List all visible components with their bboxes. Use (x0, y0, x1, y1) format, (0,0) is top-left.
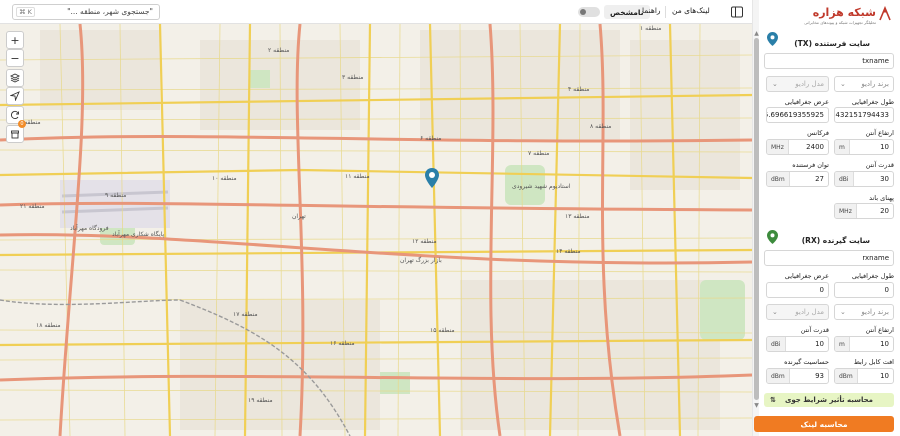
notification-badge: 0 (18, 120, 26, 128)
chevron-down-icon: ⌄ (772, 80, 778, 88)
weather-impact-button[interactable]: محاسبه تأثیر شرایط جوی ⇅ (764, 393, 894, 407)
guide-link[interactable]: راهنما (642, 6, 661, 15)
tx-freq-label: فرکانس (807, 129, 829, 137)
rx-gain-input[interactable]: 10 dBi (766, 336, 829, 352)
unit-label: dBm (767, 369, 790, 383)
archive-icon (11, 130, 19, 139)
layers-button[interactable] (6, 69, 24, 87)
theme-toggle[interactable] (578, 7, 600, 17)
navigation-icon (10, 91, 20, 101)
rx-lon-label: طول جغرافیایی (851, 272, 894, 280)
logo-icon (879, 6, 891, 21)
unit-label: dBm (835, 369, 858, 383)
zoom-out-button[interactable]: − (6, 49, 24, 67)
unit-label: m (835, 337, 850, 351)
unit-label: MHz (767, 140, 789, 154)
rx-loss-input[interactable]: 10 dBm (834, 368, 894, 384)
layers-icon (10, 73, 20, 83)
refresh-icon (10, 110, 19, 119)
unit-label: m (835, 140, 850, 154)
topbar-divider (665, 6, 666, 18)
unit-label: dBi (835, 172, 854, 186)
rx-gain-label: قدرت آنتن (800, 326, 829, 334)
tx-freq-input[interactable]: 2400 MHz (766, 139, 829, 155)
rx-height-label: ارتفاع آنتن (865, 326, 895, 334)
chevron-down-icon: ⌄ (772, 308, 778, 316)
tx-power-input[interactable]: 27 dBm (766, 171, 829, 187)
tx-brand-select[interactable]: برند رادیو ⌄ (834, 76, 894, 92)
tx-model-select[interactable]: مدل رادیو ⌄ (766, 76, 829, 92)
rx-name-input[interactable]: rxname (764, 250, 894, 266)
unit-label: dBi (767, 337, 786, 351)
panel-scrollbar[interactable]: ▲ ▼ (752, 0, 759, 436)
zoom-in-button[interactable]: + (6, 31, 24, 49)
tx-height-label: ارتفاع آنتن (865, 129, 895, 137)
map-topbar: ⌘ K "جستجوی شهر، منطقه ..." نامشخص راهنم… (0, 0, 752, 24)
keyboard-shortcut-hint: ⌘ K (16, 7, 35, 17)
tx-height-input[interactable]: 10 m (834, 139, 894, 155)
chevron-down-icon: ⌄ (840, 80, 846, 88)
city-search-text: "جستجوی شهر، منطقه ..." (67, 7, 153, 16)
rx-brand-select[interactable]: برند رادیو ⌄ (834, 304, 894, 320)
rx-lat-input[interactable]: 0 (766, 282, 829, 298)
tx-lat-label: عرض جغرافیایی (784, 98, 829, 106)
rx-sens-label: حساسیت گیرنده (784, 358, 829, 366)
chevron-updown-icon: ⇅ (770, 396, 776, 404)
tx-pin-icon (767, 32, 778, 46)
tx-bw-label: پهنای باند (869, 194, 894, 202)
map-canvas (0, 0, 752, 436)
unit-label: dBm (767, 172, 790, 186)
toggle-panel-icon[interactable] (730, 5, 744, 19)
rx-sens-input[interactable]: 93 dBm (766, 368, 829, 384)
chevron-down-icon: ⌄ (840, 308, 846, 316)
my-links-link[interactable]: لینک‌های من (672, 6, 710, 15)
tx-power-label: توان فرستنده (792, 161, 829, 169)
tx-section-title: سایت فرستنده (TX) (794, 39, 870, 48)
tx-lon-input[interactable]: 51.432151794433 (834, 107, 894, 123)
app-root: منطقه ۳ منطقه ۴ منطقه ۱ منطقه ۲ منطقه ۸ … (0, 0, 900, 436)
rx-section-title: سایت گیرنده (RX) (801, 236, 870, 245)
tx-lon-label: طول جغرافیایی (851, 98, 894, 106)
link-settings-panel: شبکه هزاره تحلیلگر تجهیزات شبکه و پیونده… (754, 0, 900, 436)
locate-button[interactable] (6, 87, 24, 105)
brand-name: شبکه هزاره (812, 6, 876, 19)
tx-bw-input[interactable]: 20 MHz (834, 203, 894, 219)
map-view[interactable]: منطقه ۳ منطقه ۴ منطقه ۱ منطقه ۲ منطقه ۸ … (0, 0, 752, 436)
weather-impact-label: محاسبه تأثیر شرایط جوی (785, 396, 874, 404)
tx-gain-label: قدرت آنتن (865, 161, 894, 169)
rx-loss-label: افت کابل رابط (853, 358, 894, 366)
tx-gain-input[interactable]: 30 dBi (834, 171, 894, 187)
brand-tagline: تحلیلگر تجهیزات شبکه و پیوندهای مخابراتی (804, 20, 876, 25)
rx-pin-icon (767, 230, 778, 244)
rx-model-select[interactable]: مدل رادیو ⌄ (766, 304, 829, 320)
tx-lat-input[interactable]: 35.696619355925 (766, 107, 829, 123)
rx-height-input[interactable]: 10 m (834, 336, 894, 352)
brand-logo: شبکه هزاره تحلیلگر تجهیزات شبکه و پیونده… (804, 5, 892, 29)
calculate-link-label: محاسبه لینک (800, 419, 848, 429)
rx-lon-input[interactable]: 0 (834, 282, 894, 298)
tx-name-input[interactable]: txname (764, 53, 894, 69)
rx-lat-label: عرض جغرافیایی (784, 272, 829, 280)
city-search-input[interactable]: ⌘ K "جستجوی شهر، منطقه ..." (12, 4, 160, 20)
calculate-link-button[interactable]: محاسبه لینک (754, 416, 894, 432)
unit-label: MHz (835, 204, 857, 218)
